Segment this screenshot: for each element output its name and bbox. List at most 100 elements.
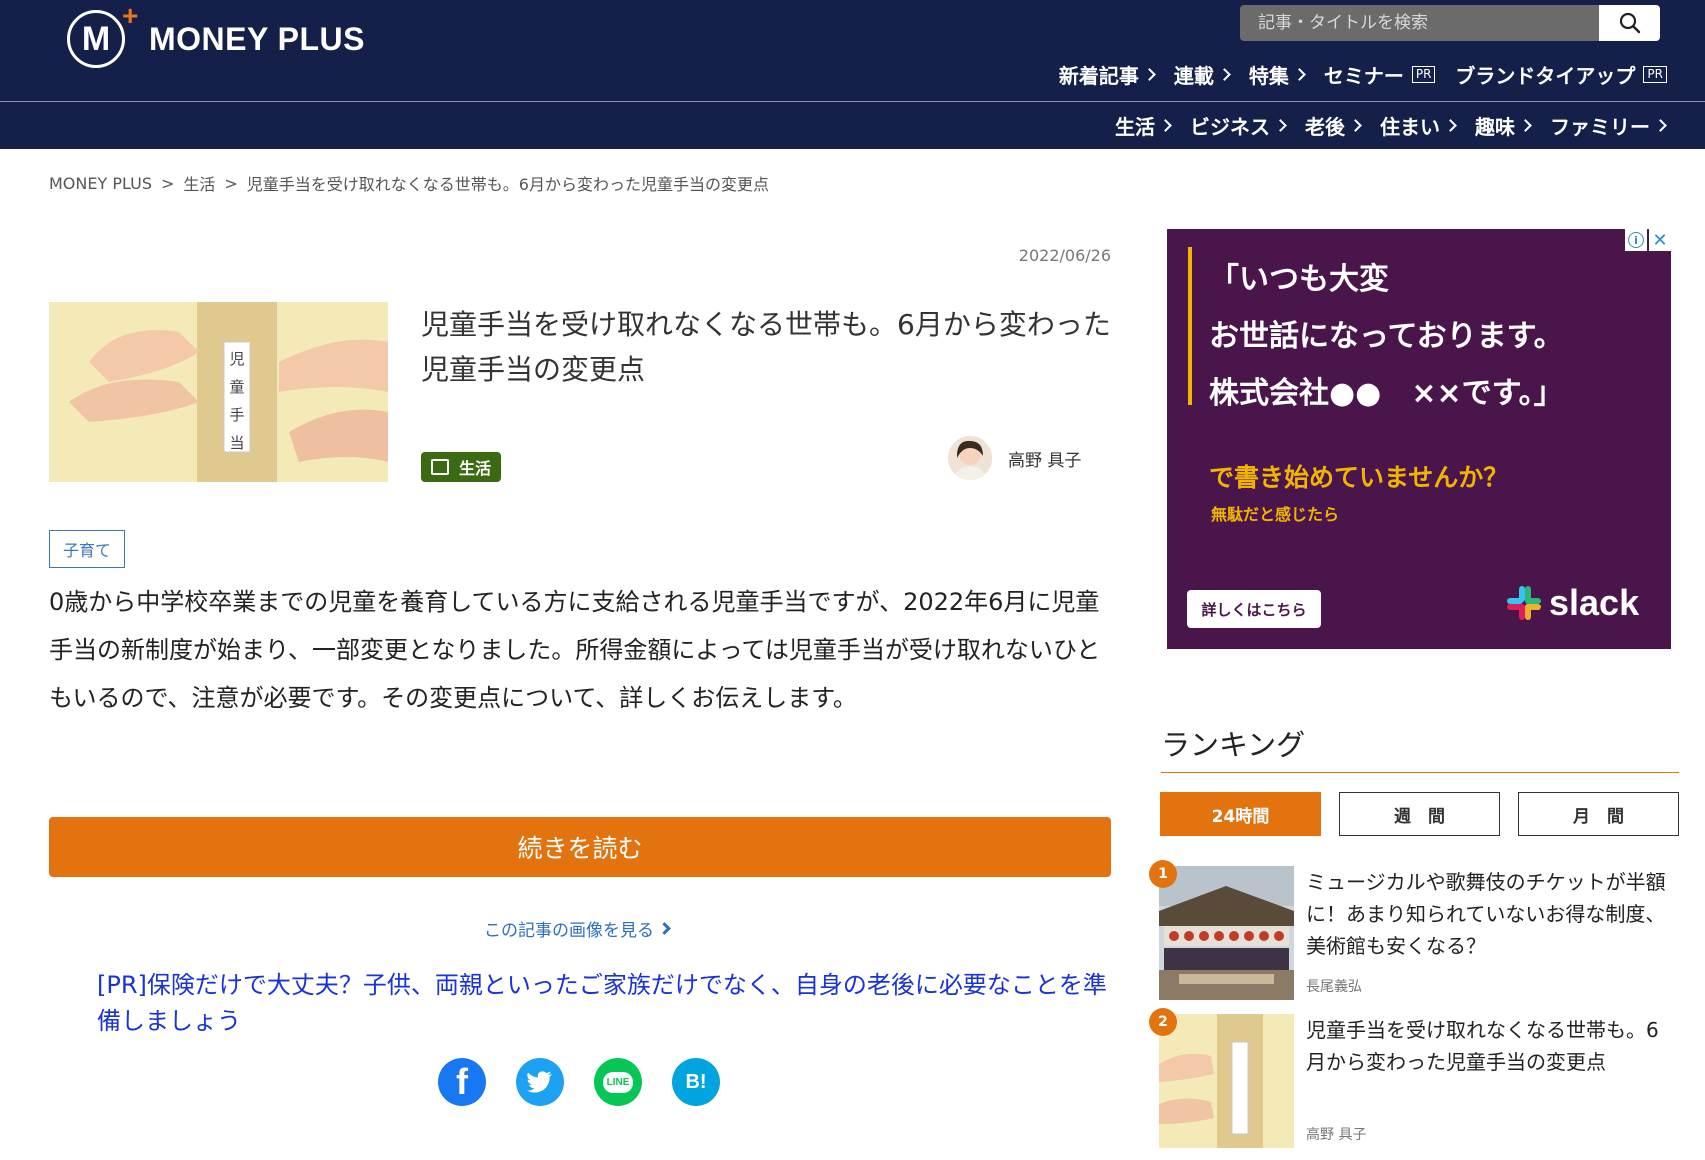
article-date: 2022/06/26: [1018, 246, 1111, 265]
chevron-right-icon: [1654, 119, 1667, 132]
author-avatar-image: [948, 436, 992, 480]
nav-label: ビジネス: [1190, 115, 1270, 139]
read-more-button[interactable]: 続きを読む: [49, 817, 1111, 877]
nav-features[interactable]: 特集: [1248, 60, 1306, 89]
ad-close-icon[interactable]: ✕: [1649, 229, 1671, 251]
view-images-link[interactable]: この記事の画像を見る: [484, 916, 671, 941]
author-name: 高野 具子: [1008, 450, 1082, 471]
ad-cta-button[interactable]: 詳しくはこちら: [1187, 590, 1321, 628]
ad-subheadline: で書き始めていませんか？: [1209, 463, 1509, 492]
nav-category-business[interactable]: ビジネス: [1190, 111, 1287, 140]
ranking-thumbnail: [1159, 1014, 1294, 1148]
ad-info-icon[interactable]: i: [1625, 229, 1647, 251]
ranking-item[interactable]: 1 ミュージカルや歌舞伎のチケットが半額に！あまり知られていないお得な制度、美術…: [1149, 860, 1679, 1000]
search-button[interactable]: [1599, 5, 1660, 41]
nav-label: 特集: [1248, 64, 1289, 88]
ranking-item-title: ミュージカルや歌舞伎のチケットが半額に！あまり知られていないお得な制度、美術館も…: [1306, 870, 1666, 958]
category-nav: 生活 ビジネス 老後 住まい 趣味 ファミリー: [1095, 111, 1667, 140]
nav-category-family[interactable]: ファミリー: [1550, 111, 1667, 140]
pr-badge: PR: [1411, 66, 1436, 83]
hatena-share-button[interactable]: B!: [672, 1058, 720, 1106]
author[interactable]: 高野 具子: [948, 436, 1081, 480]
rank-number: 2: [1149, 1008, 1177, 1036]
chevron-right-icon: [1274, 119, 1287, 132]
ad-line-2: お世話になっております。: [1209, 319, 1564, 354]
primary-nav: 新着記事 連載 特集 セミナー PR ブランドタイアップ PR: [1039, 60, 1667, 89]
thumb-label-char: 手: [229, 406, 244, 424]
ad-subtext: 無駄だと感じたら: [1211, 505, 1340, 524]
advertisement[interactable]: 「いつも大変 お世話になっております。 株式会社●● ××です。」 で書き始めて…: [1167, 229, 1671, 649]
slack-logo: slack: [1505, 582, 1639, 624]
nav-label: セミナー: [1323, 64, 1404, 88]
tab-24h[interactable]: 24時間: [1160, 792, 1321, 836]
ranking-thumbnail: [1159, 866, 1294, 1000]
nav-new-articles[interactable]: 新着記事: [1058, 60, 1156, 89]
avatar: [948, 436, 992, 480]
ranking-item[interactable]: 2 児童手当を受け取れなくなる世帯も。6月から変わった児童手当の変更点 高野 具…: [1149, 1008, 1679, 1148]
search-input[interactable]: [1240, 5, 1599, 41]
ranking-divider: [1161, 772, 1679, 773]
article-thumbnail: 児 童 手 当: [49, 302, 388, 482]
thumb-label-char: 当: [229, 434, 244, 452]
thumb-label-char: 児: [229, 350, 244, 368]
facebook-share-button[interactable]: f: [438, 1058, 486, 1106]
twitter-icon: [527, 1071, 552, 1093]
tab-monthly[interactable]: 月 間: [1518, 792, 1679, 836]
article-lead: 0歳から中学校卒業までの児童を養育している方に支給される児童手当ですが、2022…: [49, 588, 1101, 712]
header-divider: [0, 101, 1705, 102]
nav-category-life[interactable]: 生活: [1115, 111, 1172, 140]
nav-label: 連載: [1173, 64, 1214, 88]
ranking-tabs: 24時間 週 間 月 間: [1160, 792, 1679, 836]
ad-info-glyph: i: [1628, 232, 1644, 248]
ad-line-1: 「いつも大変: [1209, 262, 1389, 297]
ranking-item-title: 児童手当を受け取れなくなる世帯も。6月から変わった児童手当の変更点: [1306, 1018, 1659, 1074]
chevron-right-icon: [1292, 68, 1306, 81]
pr-link[interactable]: [PR]保険だけで大丈夫？子供、両親といったご家族だけでなく、自身の老後に必要な…: [97, 967, 1117, 1039]
ad-headline: 「いつも大変 お世話になっております。 株式会社●● ××です。」: [1209, 251, 1564, 422]
chevron-right-icon: [1444, 119, 1457, 132]
cup-icon: [431, 459, 449, 475]
nav-label: 趣味: [1475, 115, 1515, 139]
search-box: [1240, 5, 1660, 41]
chevron-right-icon: [1142, 68, 1156, 81]
chevron-right-icon: [1217, 68, 1231, 81]
envelope-hands-image: [1159, 1014, 1294, 1148]
tab-weekly[interactable]: 週 間: [1339, 792, 1500, 836]
view-images-label: この記事の画像を見る: [484, 921, 654, 941]
line-share-button[interactable]: LINE: [594, 1058, 642, 1106]
nav-label: 老後: [1305, 115, 1345, 139]
nav-category-hobby[interactable]: 趣味: [1475, 111, 1532, 140]
nav-label: 新着記事: [1058, 64, 1139, 88]
breadcrumb: MONEY PLUS > 生活 > 児童手当を受け取れなくなる世帯も。6月から変…: [49, 171, 769, 195]
twitter-share-button[interactable]: [516, 1058, 564, 1106]
tag-childcare[interactable]: 子育て: [49, 530, 126, 568]
ranking-item-author: 長尾義弘: [1306, 979, 1362, 995]
breadcrumb-separator: >: [160, 173, 175, 193]
chevron-right-icon: [658, 922, 671, 935]
nav-series[interactable]: 連載: [1173, 60, 1231, 89]
ranking-item-author: 高野 具子: [1306, 1127, 1367, 1143]
chevron-right-icon: [1159, 119, 1172, 132]
kabuki-theater-image: [1159, 866, 1294, 1000]
line-icon: LINE: [602, 1071, 634, 1093]
logo-text: MONEY PLUS: [149, 20, 365, 57]
share-buttons: f LINE B!: [438, 1058, 750, 1106]
category-badge[interactable]: 生活: [421, 452, 502, 482]
nav-category-retirement[interactable]: 老後: [1305, 111, 1362, 140]
logo-plus-icon: +: [122, 0, 139, 31]
nav-category-housing[interactable]: 住まい: [1380, 111, 1457, 140]
site-header: M + MONEY PLUS 新着記事 連載 特集 セミナー PR: [0, 0, 1705, 149]
nav-label: ブランドタイアップ: [1455, 64, 1636, 88]
nav-brand-tieup[interactable]: ブランドタイアップ PR: [1455, 60, 1667, 89]
breadcrumb-home[interactable]: MONEY PLUS: [49, 174, 152, 193]
nav-seminar[interactable]: セミナー PR: [1324, 60, 1436, 89]
article-title: 児童手当を受け取れなくなる世帯も。6月から変わった児童手当の変更点: [421, 308, 1111, 386]
chevron-right-icon: [1349, 119, 1362, 132]
logo-mark: M: [67, 10, 125, 68]
ad-line-3: 株式会社●● ××です。」: [1209, 376, 1564, 411]
envelope-hands-image: 児 童 手 当: [49, 302, 388, 482]
rank-number: 1: [1149, 860, 1177, 888]
site-logo[interactable]: M + MONEY PLUS: [67, 0, 365, 68]
breadcrumb-category[interactable]: 生活: [183, 171, 215, 195]
breadcrumb-separator: >: [224, 173, 238, 193]
